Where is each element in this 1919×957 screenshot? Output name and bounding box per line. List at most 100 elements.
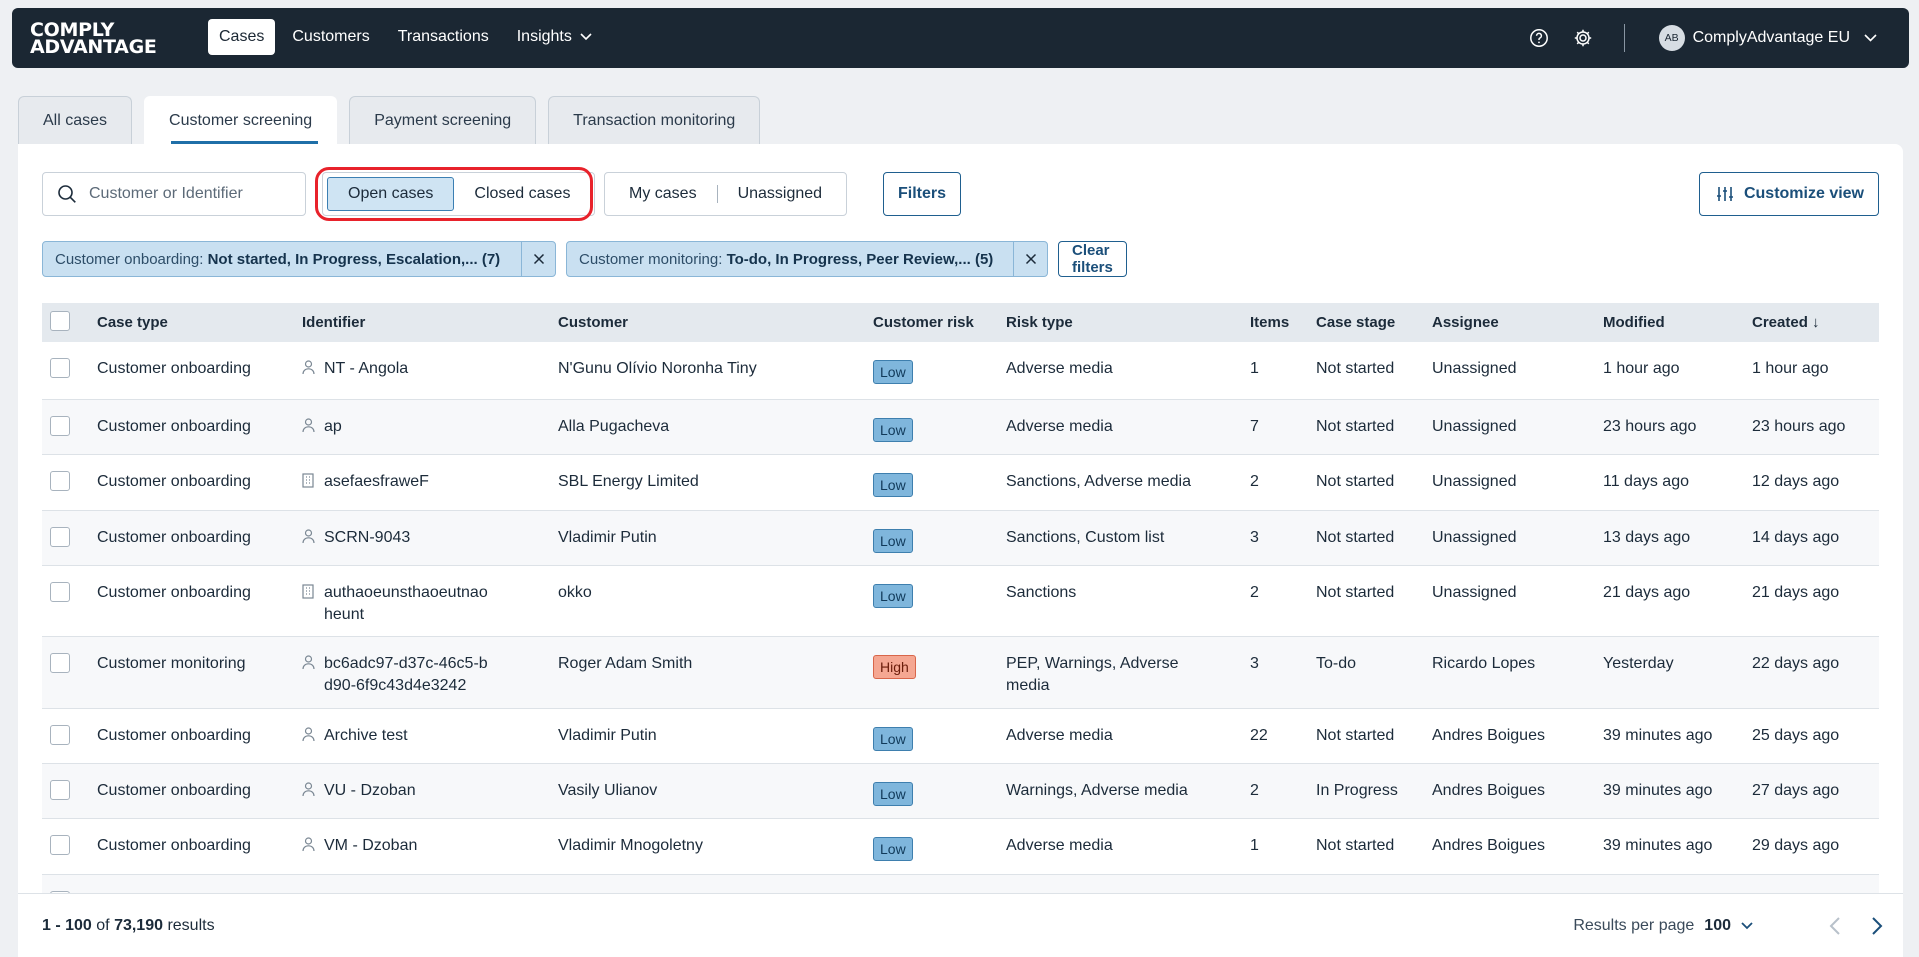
- case-type-cell: Customer onboarding: [97, 874, 302, 894]
- close-icon[interactable]: [521, 242, 555, 276]
- row-checkbox[interactable]: [50, 652, 70, 673]
- assignee-cell: Unassigned: [1432, 583, 1517, 601]
- tab-payment-screening[interactable]: Payment screening: [349, 96, 537, 144]
- table-row[interactable]: Customer onboarding asefaesfraweF SBL Ener…: [42, 454, 1879, 510]
- table-row[interactable]: Customer onboarding VM - Dzoban Vladimir M…: [42, 818, 1879, 874]
- pagination-footer: 1 - 100 of 73,190 results Results per pa…: [18, 893, 1903, 957]
- identifier-cell: asefaesfraweF: [302, 454, 558, 510]
- row-checkbox[interactable]: [50, 470, 70, 491]
- case-type-cell: Customer onboarding: [97, 360, 251, 377]
- created-cell: 1 hour ago: [1752, 360, 1829, 377]
- table-row[interactable]: Customer onboarding Archive test Vladimir …: [42, 708, 1879, 763]
- row-checkbox[interactable]: [50, 724, 70, 745]
- items-cell: 2: [1250, 472, 1259, 490]
- tab-customer-screening[interactable]: Customer screening: [144, 96, 338, 144]
- identifier-text: SCRN-9043: [324, 528, 411, 546]
- row-select-cell: [42, 454, 97, 510]
- row-checkbox[interactable]: [50, 581, 70, 602]
- unassigned-button[interactable]: Unassigned: [718, 177, 843, 211]
- header-case-type[interactable]: Case type: [97, 303, 302, 342]
- identifier-cell: bc6adc97-d37c-46c5-bd90-6f9c43d4e3242: [302, 636, 558, 708]
- identifier-text: bc6adc97-d37c-46c5-bd90-6f9c43d4e3242: [324, 654, 488, 694]
- assignee-cell: Unassigned: [1432, 417, 1517, 435]
- nav-insights-label: Insights: [516, 28, 572, 45]
- account-menu[interactable]: AB ComplyAdvantage EU: [1658, 25, 1877, 51]
- table-row[interactable]: Customer onboarding ap Alla Pugacheva Low Ad…: [42, 399, 1879, 454]
- customize-view-button[interactable]: Customize view: [1698, 172, 1879, 216]
- nav-customers[interactable]: Customers: [281, 19, 380, 55]
- case-stage-cell: Not started: [1316, 417, 1395, 435]
- header-assignee[interactable]: Assignee: [1432, 303, 1603, 342]
- customer-cell: Roger Adam Smith: [558, 654, 693, 672]
- nav-transactions[interactable]: Transactions: [387, 19, 500, 55]
- main-panel: Open cases Closed cases My cases Unassig…: [18, 144, 1903, 957]
- row-checkbox[interactable]: [50, 415, 70, 436]
- table-row[interactable]: Customer monitoring bc6adc97-d37c-46c5-bd…: [42, 636, 1879, 708]
- gear-icon[interactable]: [1568, 23, 1598, 53]
- nav-insights[interactable]: Insights: [506, 19, 603, 55]
- header-identifier[interactable]: Identifier: [302, 303, 558, 342]
- identifier-cell: VM - Dzoban: [302, 818, 558, 874]
- header-customer[interactable]: Customer: [558, 303, 873, 342]
- row-select-cell: [42, 874, 97, 893]
- search-input[interactable]: [89, 185, 289, 203]
- row-checkbox[interactable]: [50, 834, 70, 855]
- header-customer-risk[interactable]: Customer risk: [873, 303, 1006, 342]
- row-select-cell: [42, 818, 97, 874]
- nav-cases[interactable]: Cases: [208, 19, 276, 55]
- clear-filters-button[interactable]: Clear filters: [1058, 241, 1127, 277]
- table-row[interactable]: Customer onboarding SCRN-9043 Vladimir Put…: [42, 510, 1879, 565]
- row-checkbox[interactable]: [50, 526, 70, 547]
- person-icon: [302, 835, 316, 859]
- customer-risk-cell: Low: [873, 342, 1006, 399]
- risk-badge: Low: [873, 528, 913, 553]
- tab-transaction-monitoring[interactable]: Transaction monitoring: [548, 96, 761, 144]
- results-per-page-select[interactable]: 100: [1704, 917, 1753, 935]
- logo[interactable]: COMPLY ADVANTAGE: [30, 21, 157, 57]
- identifier-cell: authaoeunsthaoeutnao heunt: [302, 565, 558, 636]
- header-case-stage[interactable]: Case stage: [1316, 303, 1432, 342]
- customer-cell: okko: [558, 583, 592, 601]
- tab-all-cases[interactable]: All cases: [18, 96, 133, 144]
- case-tabs: All cases Customer screening Payment scr…: [18, 96, 761, 144]
- table-row[interactable]: Customer onboarding NT - Angola N'Gunu Olí…: [42, 342, 1879, 399]
- risk-badge: Low: [873, 360, 913, 384]
- nav-links: Cases Customers Transactions Insights: [208, 19, 603, 55]
- my-cases-button[interactable]: My cases: [609, 177, 717, 211]
- previous-page-icon[interactable]: [1829, 916, 1841, 936]
- customer-cell: Vladimir Putin: [558, 726, 657, 744]
- row-checkbox[interactable]: [50, 779, 70, 800]
- header-created[interactable]: Created ↓: [1752, 303, 1879, 342]
- header-modified[interactable]: Modified: [1603, 303, 1752, 342]
- case-stage-cell: Not started: [1316, 472, 1395, 490]
- items-cell: 3: [1250, 654, 1259, 672]
- chevron-down-icon: [1741, 921, 1753, 929]
- risk-type-cell: Adverse media: [1006, 360, 1113, 377]
- customer-risk-cell: Low: [873, 454, 1006, 510]
- person-icon: [302, 780, 316, 804]
- close-icon[interactable]: [1013, 242, 1047, 276]
- next-page-icon[interactable]: [1871, 916, 1883, 936]
- case-type-cell: Customer onboarding: [97, 583, 251, 601]
- table-row[interactable]: Customer onboarding LowPEP In Progress: [42, 874, 1879, 893]
- table-row[interactable]: Customer onboarding VU - Dzoban Vasily Uli…: [42, 763, 1879, 818]
- modified-cell: 13 days ago: [1603, 528, 1691, 546]
- case-type-cell: Customer onboarding: [97, 781, 251, 799]
- sliders-icon: [1716, 187, 1733, 201]
- filter-chip-label: Customer onboarding: Not started, In Pro…: [55, 250, 501, 268]
- table-row[interactable]: Customer onboarding authaoeunsthaoeutnao …: [42, 565, 1879, 636]
- risk-badge: Low: [873, 836, 913, 861]
- header-items[interactable]: Items: [1250, 303, 1316, 342]
- select-all-checkbox[interactable]: [50, 310, 70, 331]
- filter-chip-monitoring: Customer monitoring: To-do, In Progress,…: [566, 241, 1048, 277]
- row-select-cell: [42, 342, 97, 399]
- identifier-text: asefaesfraweF: [324, 472, 429, 490]
- header-risk-type[interactable]: Risk type: [1006, 303, 1250, 342]
- cases-table: Case type Identifier Customer Customer r…: [42, 303, 1879, 893]
- case-stage-cell: Not started: [1316, 360, 1395, 377]
- help-icon[interactable]: [1524, 23, 1554, 53]
- filters-button[interactable]: Filters: [883, 172, 962, 216]
- row-checkbox[interactable]: [50, 358, 70, 378]
- risk-type-cell: Sanctions, Adverse media: [1006, 472, 1191, 490]
- customer-cell: Vladimir Putin: [558, 528, 657, 546]
